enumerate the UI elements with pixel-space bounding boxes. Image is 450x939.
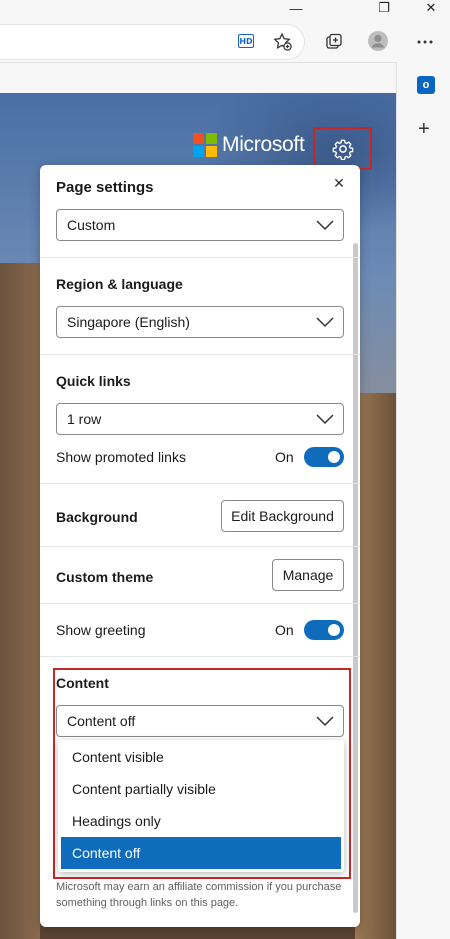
custom-theme-label: Custom theme [56, 569, 154, 585]
address-bar[interactable] [0, 24, 305, 60]
more-icon[interactable] [414, 31, 436, 53]
divider [40, 354, 360, 355]
promoted-links-toggle[interactable] [304, 447, 344, 467]
divider [40, 656, 360, 657]
background-label: Background [56, 509, 138, 525]
divider [40, 603, 360, 604]
favorites-star-icon[interactable] [272, 31, 294, 53]
microsoft-wordmark: Microsoft [222, 133, 305, 156]
chevron-down-icon [316, 414, 334, 425]
panel-scrollbar[interactable] [353, 243, 358, 913]
region-label: Region & language [56, 276, 183, 292]
affiliate-footnote: Microsoft may earn an affiliate commissi… [56, 881, 342, 909]
divider [40, 483, 360, 484]
edit-background-button[interactable]: Edit Background [221, 500, 344, 532]
content-option-partial[interactable]: Content partially visible [61, 773, 341, 805]
greeting-toggle[interactable] [304, 620, 344, 640]
layout-select[interactable]: Custom [56, 209, 344, 241]
restore-button[interactable]: ❐ [369, 0, 399, 16]
close-icon[interactable]: ✕ [330, 174, 348, 192]
microsoft-logo-icon [193, 133, 217, 157]
content-option-visible[interactable]: Content visible [61, 741, 341, 773]
ruin-pillar-right [355, 393, 396, 939]
content-option-headings[interactable]: Headings only [61, 805, 341, 837]
quick-links-label: Quick links [56, 373, 131, 389]
promoted-links-state: On [275, 449, 294, 465]
hd-icon[interactable]: HD [238, 34, 254, 48]
minimize-button[interactable]: — [281, 0, 311, 16]
chevron-down-icon [316, 317, 334, 328]
divider [40, 257, 360, 258]
add-icon[interactable]: + [418, 119, 430, 139]
browser-toolbar: — ❐ ✕ HD [0, 0, 450, 93]
greeting-state: On [275, 622, 294, 638]
region-select[interactable]: Singapore (English) [56, 306, 344, 338]
panel-title: Page settings [56, 179, 154, 196]
divider [40, 546, 360, 547]
greeting-label: Show greeting [56, 622, 146, 638]
content-option-off[interactable]: Content off [61, 837, 341, 869]
close-window-button[interactable]: ✕ [416, 0, 446, 16]
gear-icon [332, 139, 353, 160]
browser-sidebar: o + [396, 62, 450, 939]
promoted-links-label: Show promoted links [56, 449, 186, 465]
page-settings-panel: Page settings ✕ Custom Region & language… [40, 165, 360, 927]
quick-links-select[interactable]: 1 row [56, 403, 344, 435]
ruin-pillar-left [0, 263, 40, 939]
chevron-down-icon [316, 220, 334, 231]
content-dropdown-menu: Content visible Content partially visibl… [58, 740, 344, 872]
profile-icon[interactable] [367, 30, 389, 52]
outlook-icon[interactable]: o [417, 76, 435, 94]
collections-icon[interactable] [323, 31, 345, 53]
manage-theme-button[interactable]: Manage [272, 559, 344, 591]
page-settings-button[interactable] [313, 127, 372, 170]
toolbar-divider [0, 62, 396, 63]
